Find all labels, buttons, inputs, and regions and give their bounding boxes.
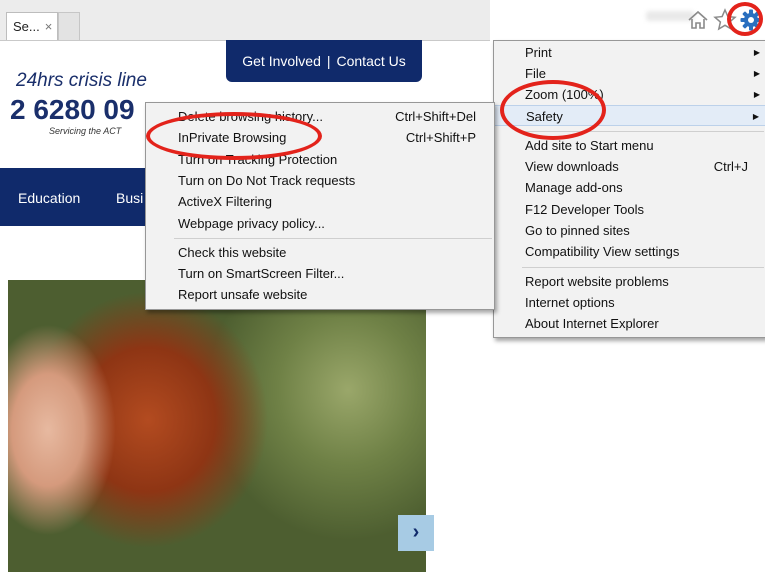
menu-item-inprivate[interactable]: InPrivate Browsing Ctrl+Shift+P	[146, 127, 494, 148]
servicing-tagline: Servicing the ACT	[49, 126, 122, 136]
browser-tab[interactable]: Se... ×	[6, 12, 58, 40]
menu-item-report-unsafe[interactable]: Report unsafe website	[146, 284, 494, 305]
nav-business[interactable]: Busi	[116, 190, 143, 206]
submenu-arrow-icon: ▶	[752, 112, 759, 121]
menu-item-safety[interactable]: Safety ▶	[494, 105, 765, 126]
menu-item-label: ActiveX Filtering	[178, 194, 272, 209]
crisis-line-label: 24hrs crisis line	[16, 70, 147, 91]
menu-item-label: Turn on Do Not Track requests	[178, 173, 356, 188]
menu-item-smartscreen[interactable]: Turn on SmartScreen Filter...	[146, 263, 494, 284]
menu-item-label: Print	[525, 45, 552, 60]
menu-item-view-downloads[interactable]: View downloads Ctrl+J	[494, 156, 765, 177]
new-tab-button[interactable]	[58, 12, 80, 40]
menu-item-activex-filtering[interactable]: ActiveX Filtering	[146, 191, 494, 212]
menu-item-internet-options[interactable]: Internet options	[494, 292, 765, 313]
shortcut-text: Ctrl+J	[713, 159, 748, 174]
menu-item-label: File	[525, 66, 546, 81]
safety-submenu: Delete browsing history... Ctrl+Shift+Del…	[145, 102, 495, 310]
menu-item-label: Delete browsing history...	[178, 109, 323, 124]
contact-us-link[interactable]: Contact Us	[337, 53, 406, 69]
menu-item-manage-addons[interactable]: Manage add-ons	[494, 177, 765, 198]
menu-item-label: View downloads	[525, 159, 619, 174]
nav-separator: |	[326, 53, 331, 69]
menu-item-file[interactable]: File ▶	[494, 63, 765, 84]
menu-item-add-site[interactable]: Add site to Start menu	[494, 135, 765, 156]
tab-title: Se...	[13, 19, 40, 34]
menu-item-label: Add site to Start menu	[525, 138, 654, 153]
menu-item-label: Compatibility View settings	[525, 244, 680, 259]
gear-icon[interactable]	[740, 9, 762, 31]
menu-item-about-ie[interactable]: About Internet Explorer	[494, 313, 765, 334]
top-nav-bar: Get Involved | Contact Us	[226, 40, 422, 82]
menu-item-print[interactable]: Print ▶	[494, 42, 765, 63]
menu-separator	[522, 131, 764, 132]
tools-menu: Print ▶ File ▶ Zoom (100%) ▶ Safety ▶ Add si…	[493, 40, 765, 338]
menu-item-label: Safety	[526, 109, 563, 124]
menu-item-label: Go to pinned sites	[525, 223, 630, 238]
menu-item-do-not-track[interactable]: Turn on Do Not Track requests	[146, 170, 494, 191]
menu-item-label: Check this website	[178, 245, 287, 260]
menu-item-label: Manage add-ons	[525, 180, 623, 195]
menu-item-label: Internet options	[525, 295, 615, 310]
menu-item-label: About Internet Explorer	[525, 316, 659, 331]
menu-item-compat-view[interactable]: Compatibility View settings	[494, 241, 765, 262]
menu-separator	[174, 238, 492, 239]
menu-item-label: Turn on Tracking Protection	[178, 152, 338, 167]
shortcut-text: Ctrl+Shift+Del	[395, 109, 476, 124]
browser-chrome: Se... ×	[0, 0, 765, 41]
menu-item-label: Report website problems	[525, 274, 669, 289]
submenu-arrow-icon: ▶	[753, 90, 760, 99]
crisis-line-number[interactable]: 2 6280 09	[10, 94, 135, 126]
menu-item-privacy-policy[interactable]: Webpage privacy policy...	[146, 213, 494, 234]
nav-education[interactable]: Education	[18, 190, 80, 206]
submenu-arrow-icon: ▶	[753, 69, 760, 78]
shortcut-text: Ctrl+Shift+P	[405, 130, 476, 145]
close-tab-icon[interactable]: ×	[45, 19, 53, 34]
menu-item-f12-tools[interactable]: F12 Developer Tools	[494, 199, 765, 220]
menu-item-delete-history[interactable]: Delete browsing history... Ctrl+Shift+Del	[146, 106, 494, 127]
carousel-next-button[interactable]: ›	[398, 515, 434, 551]
menu-item-label: InPrivate Browsing	[178, 130, 287, 145]
menu-item-label: F12 Developer Tools	[525, 202, 644, 217]
menu-separator	[522, 267, 764, 268]
submenu-arrow-icon: ▶	[753, 48, 760, 57]
get-involved-link[interactable]: Get Involved	[242, 53, 321, 69]
menu-item-report-problems[interactable]: Report website problems	[494, 271, 765, 292]
hero-photo	[8, 280, 426, 572]
menu-item-pinned-sites[interactable]: Go to pinned sites	[494, 220, 765, 241]
menu-item-tracking-protection[interactable]: Turn on Tracking Protection	[146, 149, 494, 170]
star-icon[interactable]	[713, 8, 737, 32]
menu-item-label: Report unsafe website	[178, 287, 308, 302]
menu-item-label: Webpage privacy policy...	[178, 216, 325, 231]
menu-item-zoom[interactable]: Zoom (100%) ▶	[494, 84, 765, 105]
menu-item-label: Turn on SmartScreen Filter...	[178, 266, 345, 281]
menu-item-label: Zoom (100%)	[525, 87, 604, 102]
menu-item-check-website[interactable]: Check this website	[146, 242, 494, 263]
home-icon[interactable]	[687, 9, 709, 31]
